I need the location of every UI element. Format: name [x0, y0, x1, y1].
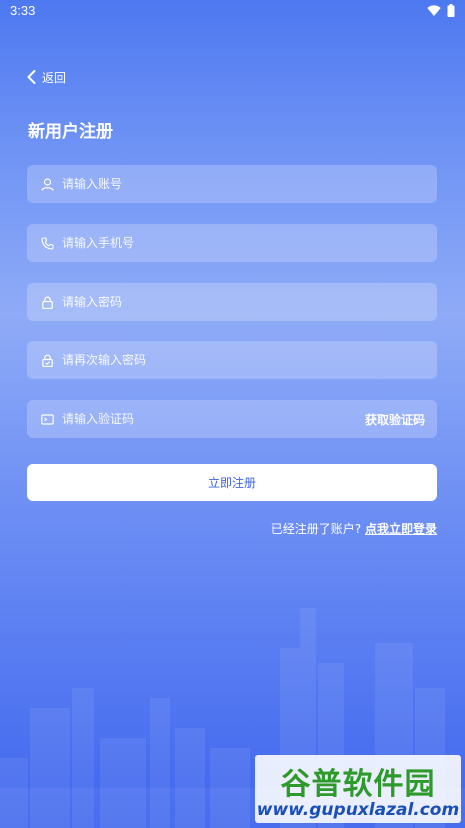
back-label: 返回 [42, 70, 67, 85]
phone-input[interactable] [62, 224, 437, 262]
back-button[interactable]: 返回 [27, 66, 66, 88]
login-link[interactable]: 点我立即登录 [365, 522, 437, 536]
chevron-left-icon [27, 70, 36, 84]
battery-icon [447, 4, 455, 17]
code-input[interactable] [62, 400, 365, 438]
account-input[interactable] [62, 165, 437, 203]
lock-confirm-icon [40, 353, 54, 367]
account-field-container [27, 165, 437, 203]
message-code-icon [40, 412, 54, 426]
code-field-container: 获取验证码 [27, 400, 437, 438]
status-icons [427, 4, 455, 17]
wifi-icon [427, 5, 441, 16]
phone-icon [40, 236, 54, 250]
login-prompt: 已经注册了账户? 点我立即登录 [271, 520, 437, 537]
register-button[interactable]: 立即注册 [27, 464, 437, 501]
watermark-url: www.gupuxlazal.com [256, 800, 460, 820]
confirm-password-field-container [27, 341, 437, 379]
has-account-text: 已经注册了账户? [270, 522, 362, 536]
watermark-logo: 谷普软件园 www.gupuxlazal.com [255, 755, 461, 823]
password-input[interactable] [62, 283, 437, 321]
get-code-button[interactable]: 获取验证码 [365, 411, 425, 428]
user-icon [40, 177, 54, 191]
password-field-container [27, 283, 437, 321]
page-title: 新用户注册 [28, 122, 113, 142]
confirm-password-input[interactable] [62, 341, 437, 379]
status-bar: 3:33 [0, 0, 465, 22]
phone-field-container [27, 224, 437, 262]
status-time: 3:33 [10, 3, 36, 18]
lock-icon [40, 295, 54, 309]
watermark-title: 谷普软件园 [280, 767, 436, 802]
